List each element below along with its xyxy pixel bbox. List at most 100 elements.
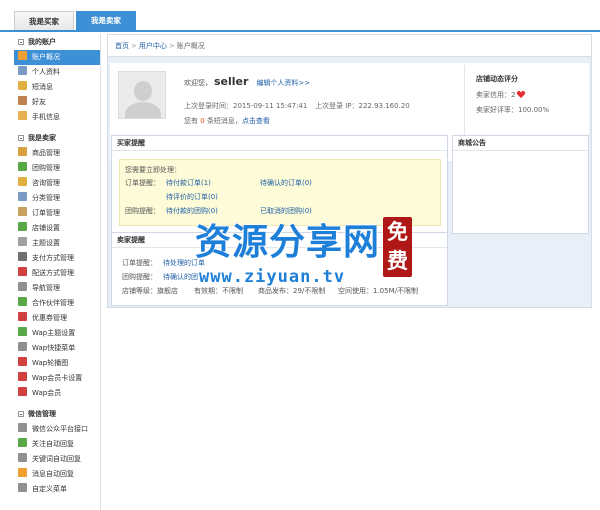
collapse-icon[interactable]	[18, 135, 24, 141]
sidebar-item[interactable]: 商品管理	[14, 146, 100, 161]
sidebar-item[interactable]: 微信公众平台接口	[14, 422, 100, 437]
sidebar-item[interactable]: 导航管理	[14, 281, 100, 296]
pay-order-link[interactable]: 待付款订单(1)	[166, 179, 211, 187]
sidebar-item[interactable]: 短消息	[14, 80, 100, 95]
breadcrumb-separator: >	[168, 42, 175, 50]
shop-settings-icon	[18, 222, 27, 231]
panel-title: 商城公告	[453, 136, 588, 151]
sidebar-item[interactable]: 手机信息	[14, 110, 100, 125]
seller-credit: 卖家信用：2	[476, 90, 588, 100]
sidebar-section-title: 微信管理	[28, 410, 56, 418]
tab-seller[interactable]: 我是卖家	[76, 11, 136, 30]
sidebar-item-label: 微信公众平台接口	[32, 425, 88, 433]
sidebar-item[interactable]: 店铺设置	[14, 221, 100, 236]
sidebar-item-label: Wap快捷菜单	[32, 344, 76, 352]
sidebar-item-label: 订单管理	[32, 209, 60, 217]
wap-menu-icon	[18, 342, 27, 351]
message-reply-icon	[18, 468, 27, 477]
username: seller	[214, 75, 249, 88]
main-content: 首页 > 用户中心 > 账户概况 欢迎您， seller 编辑个人资料>> 上次登录时间：2…	[107, 34, 592, 308]
confirm-order-link[interactable]: 待确认的订单(0)	[260, 179, 312, 187]
goods-publish: 商品发布：29/不限制	[258, 287, 326, 295]
sidebar-item-label: 手机信息	[32, 113, 60, 121]
sidebar-section-account[interactable]: 我的账户	[14, 34, 100, 50]
sidebar-item-label: 合作伙伴管理	[32, 299, 74, 307]
theme-icon	[18, 237, 27, 246]
sidebar-item[interactable]: 团购管理	[14, 161, 100, 176]
delivery-icon	[18, 267, 27, 276]
sidebar-item[interactable]: 合作伙伴管理	[14, 296, 100, 311]
last-login-ip: 上次登录 IP：222.93.160.20	[315, 102, 410, 110]
sidebar-item[interactable]: 自定义菜单	[14, 482, 100, 497]
sidebar-item[interactable]: 账户概况	[14, 50, 100, 65]
wap-member-icon	[18, 387, 27, 396]
seller-praise-rate: 卖家好评率：100.00%	[476, 106, 550, 114]
phone-icon	[18, 111, 27, 120]
breadcrumb-user-center[interactable]: 用户中心	[139, 42, 167, 50]
review-order-link[interactable]: 待评价的订单(0)	[166, 193, 218, 201]
sidebar-section-seller[interactable]: 我是卖家	[14, 130, 100, 146]
pending-order-link[interactable]: 待处理的订单	[163, 259, 205, 267]
shop-level: 店铺等级：旗舰店	[122, 287, 178, 295]
breadcrumb-separator: >	[131, 42, 137, 50]
sidebar-item[interactable]: Wap会员卡设置	[14, 371, 100, 386]
space-usage: 空间使用：1.05M/不限制	[338, 287, 418, 295]
seller-reminder-panel: 卖家提醒 订单提醒： 待处理的订单 团购提醒： 待确认的团 店铺等级：旗舰店 有…	[111, 232, 448, 306]
buyer-reminder-panel: 买家提醒 您需要立即处理： 订单提醒： 待付款订单(1) 待确认的订单(0) 待…	[111, 135, 448, 234]
sidebar-item[interactable]: 主题设置	[14, 236, 100, 251]
sidebar-item[interactable]: 关注自动回复	[14, 437, 100, 452]
sidebar-item[interactable]: 支付方式管理	[14, 251, 100, 266]
sidebar-item[interactable]: 消息自动回复	[14, 467, 100, 482]
avatar	[118, 71, 166, 119]
consult-icon	[18, 177, 27, 186]
sidebar-item[interactable]: 咨询管理	[14, 176, 100, 191]
home-icon	[18, 51, 27, 60]
mall-notice-panel: 商城公告	[452, 135, 589, 234]
sidebar-item[interactable]: Wap轮播图	[14, 356, 100, 371]
collapse-icon[interactable]	[18, 39, 24, 45]
message-notice: 您有 0 条短消息，点击查看	[184, 116, 270, 126]
sidebar-section-wechat[interactable]: 微信管理	[14, 406, 100, 422]
sidebar-item[interactable]: 配送方式管理	[14, 266, 100, 281]
sidebar-item[interactable]: 订单管理	[14, 206, 100, 221]
rating-title: 店铺动态评分	[476, 75, 518, 83]
cancel-group-link[interactable]: 已取消的团购(0)	[260, 207, 312, 215]
valid-period: 有效期：不限制	[194, 287, 243, 295]
sidebar-item[interactable]: Wap快捷菜单	[14, 341, 100, 356]
sidebar-item[interactable]: 好友	[14, 95, 100, 110]
pay-group-link[interactable]: 待付款的团购(0)	[166, 207, 218, 215]
breadcrumb-home[interactable]: 首页	[115, 42, 129, 50]
wap-theme-icon	[18, 327, 27, 336]
sidebar-item-label: 导航管理	[32, 284, 60, 292]
sidebar-item-label: 分类管理	[32, 194, 60, 202]
sidebar-item-label: 咨询管理	[32, 179, 60, 187]
confirm-group-link[interactable]: 待确认的团	[163, 273, 198, 281]
navigation-icon	[18, 282, 27, 291]
custom-menu-icon	[18, 483, 27, 492]
profile-icon	[18, 66, 27, 75]
edit-profile-link[interactable]: 编辑个人资料>>	[256, 79, 310, 87]
sidebar-item-label: 个人资料	[32, 68, 60, 76]
sidebar-item[interactable]: 分类管理	[14, 191, 100, 206]
sidebar-item[interactable]: Wap主题设置	[14, 326, 100, 341]
panel-title: 买家提醒	[112, 136, 447, 151]
breadcrumb-current: 账户概况	[176, 42, 205, 50]
wap-card-icon	[18, 372, 27, 381]
heart-icon	[517, 91, 525, 98]
sidebar-item[interactable]: 优惠券管理	[14, 311, 100, 326]
category-icon	[18, 192, 27, 201]
view-messages-link[interactable]: 点击查看	[242, 117, 270, 125]
groupbuy-icon	[18, 162, 27, 171]
order-label: 订单提醒：	[125, 179, 160, 187]
sidebar: 我的账户 账户概况个人资料短消息 好友手机信息 我是卖家 商品管理 团购管理咨询管理…	[14, 34, 101, 510]
welcome-text: 欢迎您，	[184, 79, 212, 87]
sidebar-item[interactable]: Wap会员	[14, 386, 100, 401]
group-label: 团购提醒：	[125, 207, 160, 215]
message-count: 0	[200, 117, 205, 125]
sidebar-item[interactable]: 个人资料	[14, 65, 100, 80]
seller-group-label: 团购提醒：	[122, 273, 157, 281]
sidebar-item[interactable]: 关键词自动回复	[14, 452, 100, 467]
tab-buyer[interactable]: 我是买家	[14, 11, 74, 30]
sidebar-item-label: Wap会员卡设置	[32, 374, 83, 382]
collapse-icon[interactable]	[18, 411, 24, 417]
